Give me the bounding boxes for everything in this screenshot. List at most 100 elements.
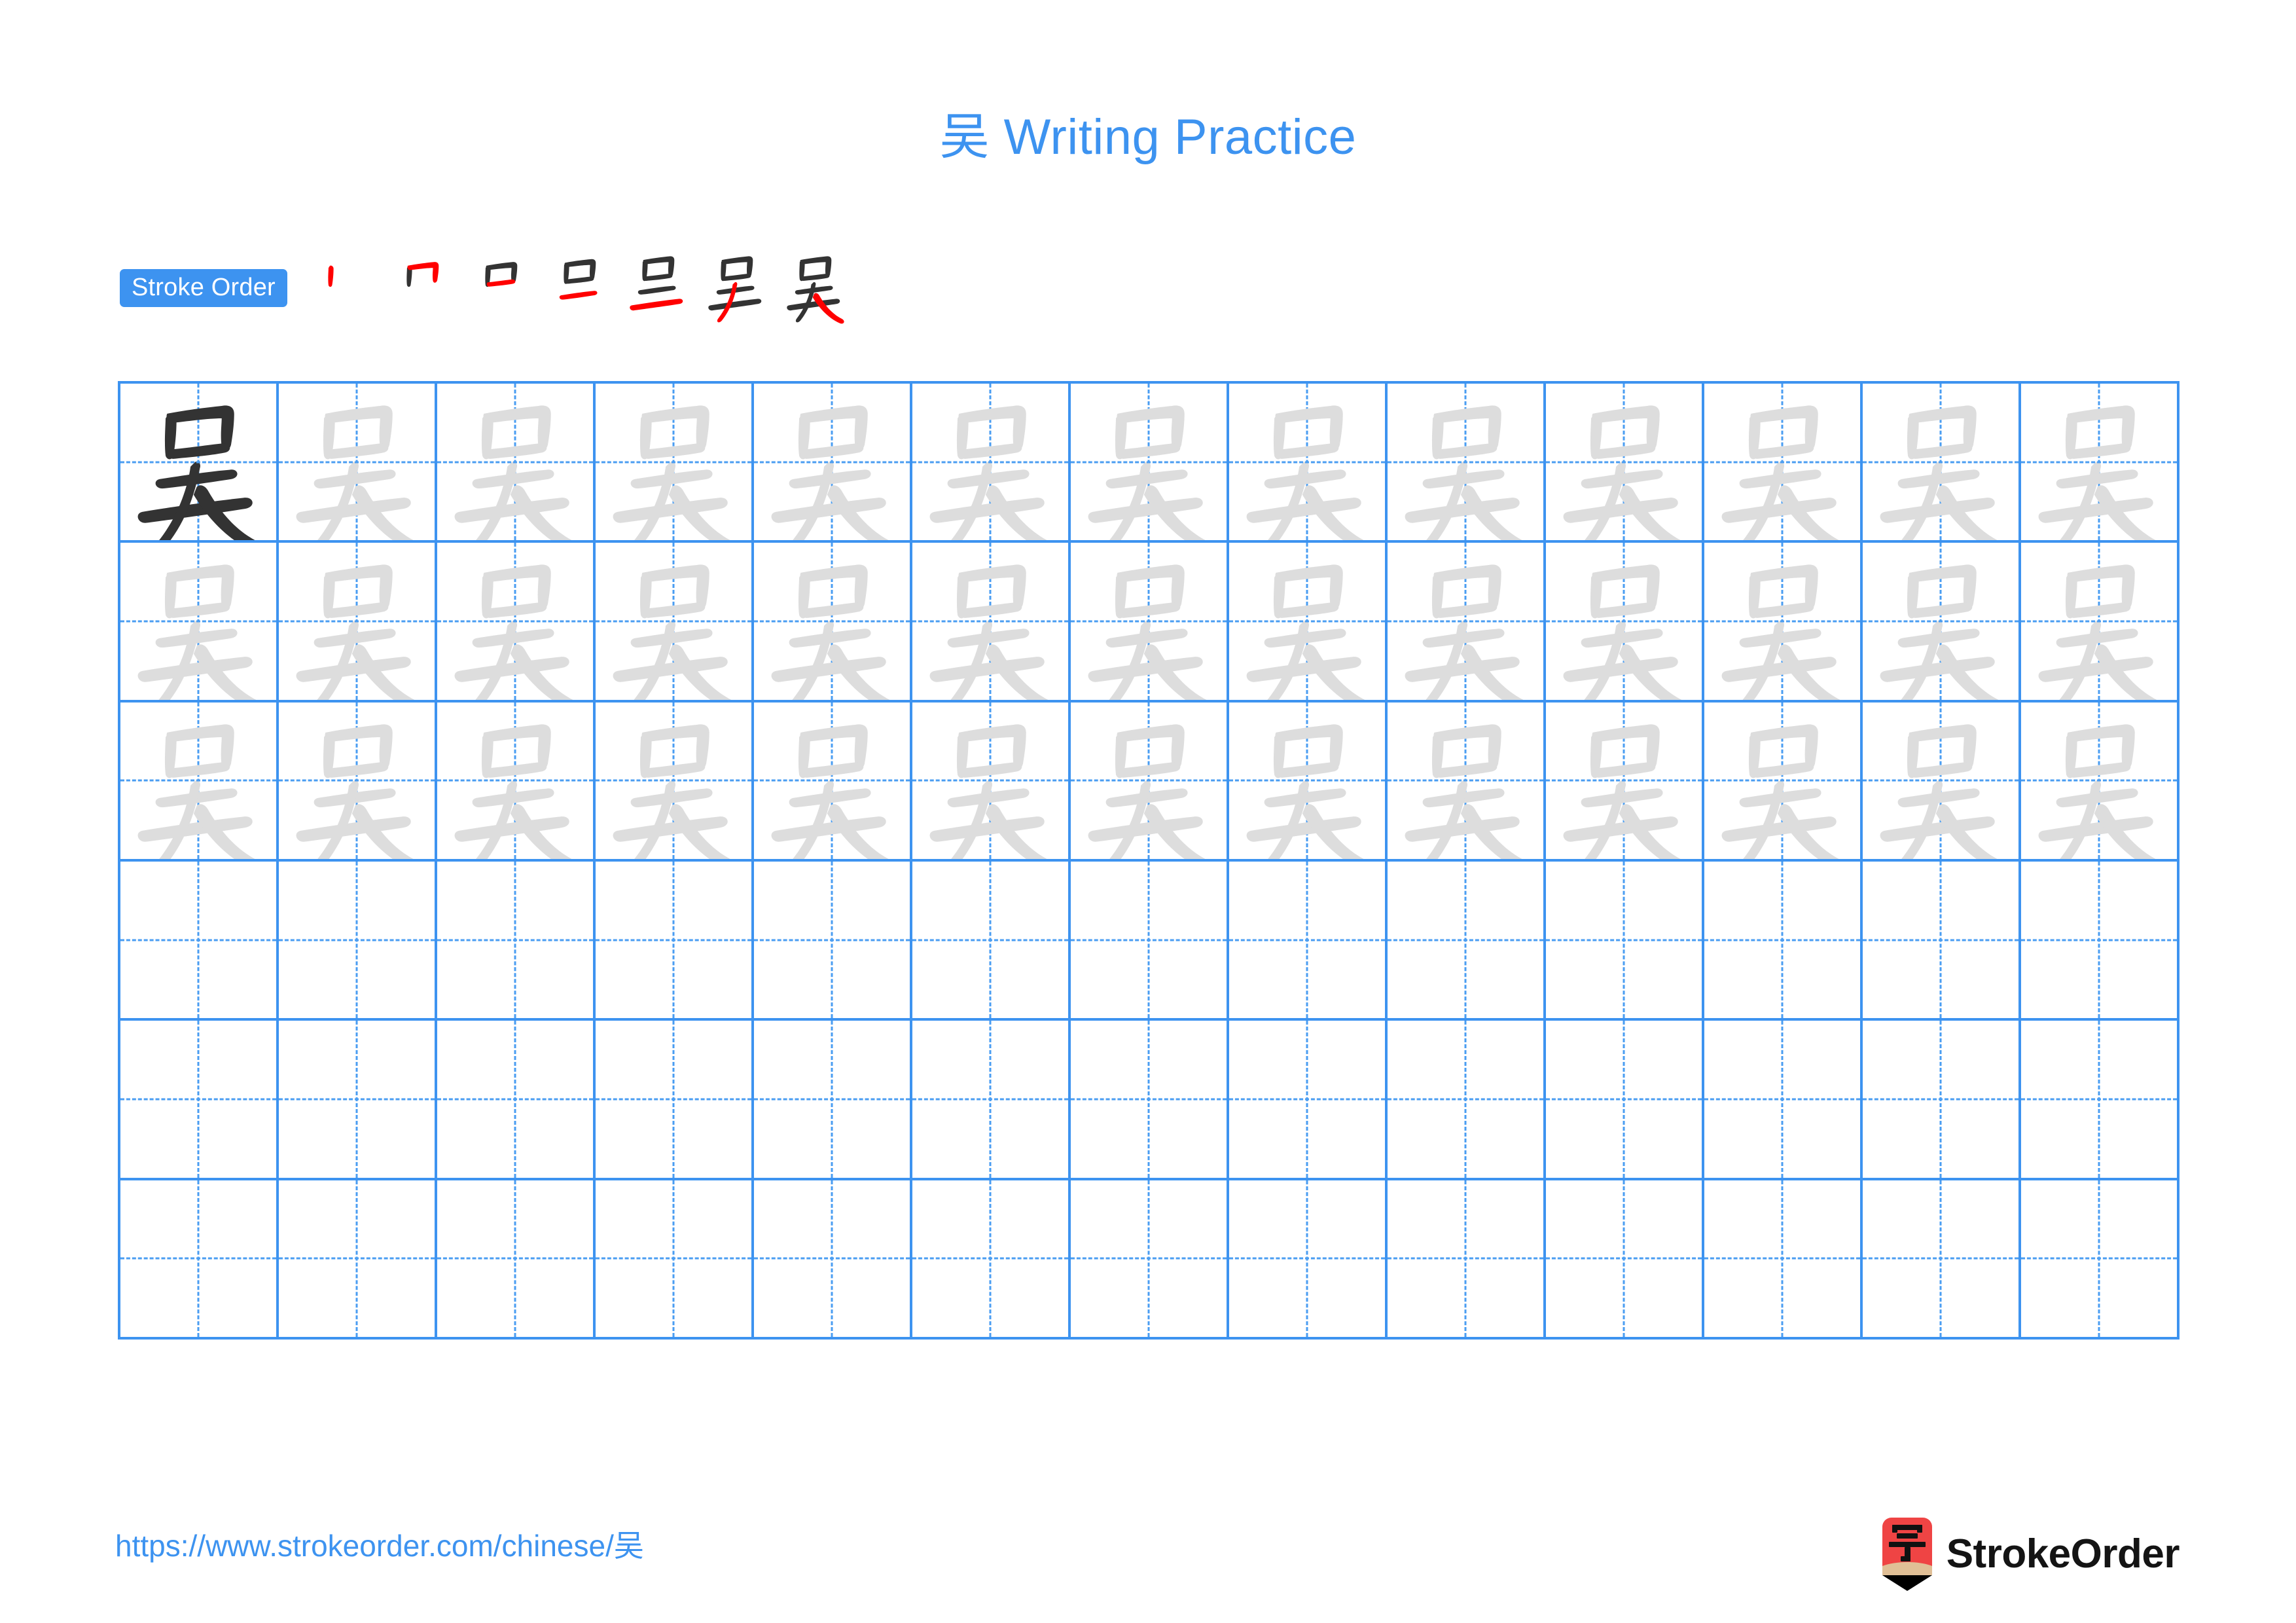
grid-cell[interactable] — [1863, 861, 2021, 1021]
character-glyph-trace — [137, 724, 256, 859]
grid-cell[interactable] — [120, 702, 279, 862]
grid-cell[interactable] — [120, 384, 279, 543]
grid-cell[interactable] — [279, 861, 437, 1021]
grid-cell[interactable] — [1229, 384, 1388, 543]
grid-cell[interactable] — [2021, 543, 2179, 702]
grid-cell[interactable] — [1071, 861, 1229, 1021]
worksheet-page: 吴 Writing Practice Stroke Order https://… — [0, 0, 2296, 1623]
grid-cell[interactable] — [1388, 702, 1546, 862]
grid-cell[interactable] — [754, 861, 912, 1021]
grid-cell[interactable] — [279, 384, 437, 543]
grid-cell[interactable] — [596, 384, 754, 543]
grid-cell[interactable] — [120, 1021, 279, 1180]
grid-cell[interactable] — [912, 1021, 1071, 1180]
grid-cell[interactable] — [1229, 702, 1388, 862]
brand-name: StrokeOrder — [1946, 1531, 2180, 1577]
grid-cell[interactable] — [120, 861, 279, 1021]
grid-cell[interactable] — [1704, 1021, 1863, 1180]
grid-cell[interactable] — [1546, 384, 1704, 543]
grid-cell[interactable] — [596, 702, 754, 862]
grid-cell[interactable] — [1863, 1180, 2021, 1340]
grid-cell[interactable] — [1229, 1180, 1388, 1340]
footer-url[interactable]: https://www.strokeorder.com/chinese/吴 — [115, 1528, 644, 1564]
grid-cell[interactable] — [1071, 1180, 1229, 1340]
grid-cell[interactable] — [754, 1021, 912, 1180]
grid-cell[interactable] — [279, 1180, 437, 1340]
grid-cell[interactable] — [1388, 543, 1546, 702]
grid-cell[interactable] — [2021, 1021, 2179, 1180]
grid-cell[interactable] — [1071, 543, 1229, 702]
grid-cell[interactable] — [437, 861, 596, 1021]
grid-cell[interactable] — [2021, 1180, 2179, 1340]
character-glyph-trace — [1405, 405, 1523, 541]
character-glyph-trace — [1563, 724, 1681, 859]
grid-cell[interactable] — [437, 702, 596, 862]
grid-cell[interactable] — [1071, 384, 1229, 543]
grid-cell[interactable] — [1704, 861, 1863, 1021]
grid-cell[interactable] — [2021, 702, 2179, 862]
grid-cell[interactable] — [279, 543, 437, 702]
grid-cell[interactable] — [1546, 702, 1704, 862]
character-glyph-trace — [1880, 724, 1998, 859]
grid-cell[interactable] — [437, 543, 596, 702]
grid-cell[interactable] — [279, 702, 437, 862]
grid-cell[interactable] — [1546, 543, 1704, 702]
grid-cell[interactable] — [1388, 861, 1546, 1021]
grid-cell[interactable] — [1388, 1180, 1546, 1340]
grid-cell[interactable] — [120, 1180, 279, 1340]
grid-cell[interactable] — [1863, 1021, 2021, 1180]
character-glyph-trace — [771, 724, 889, 859]
grid-cell[interactable] — [120, 543, 279, 702]
grid-cell[interactable] — [2021, 384, 2179, 543]
grid-cell[interactable] — [1863, 543, 2021, 702]
grid-cell[interactable] — [1229, 1021, 1388, 1180]
grid-cell[interactable] — [754, 543, 912, 702]
stroke-step-4 — [540, 252, 619, 324]
brand-logo[interactable]: StrokeOrder — [1882, 1518, 2180, 1591]
stroke-step-2 — [383, 252, 461, 324]
grid-cell[interactable] — [1704, 384, 1863, 543]
character-glyph-trace — [454, 724, 573, 859]
grid-cell[interactable] — [596, 1180, 754, 1340]
grid-cell[interactable] — [1546, 861, 1704, 1021]
grid-cell[interactable] — [1546, 1021, 1704, 1180]
grid-cell[interactable] — [1229, 543, 1388, 702]
grid-cell[interactable] — [596, 543, 754, 702]
grid-cell[interactable] — [596, 861, 754, 1021]
grid-cell[interactable] — [754, 384, 912, 543]
grid-cell[interactable] — [1229, 861, 1388, 1021]
grid-cell[interactable] — [912, 384, 1071, 543]
character-glyph-solid — [137, 405, 256, 541]
grid-cell[interactable] — [437, 384, 596, 543]
grid-cell[interactable] — [2021, 861, 2179, 1021]
character-glyph-trace — [1721, 724, 1840, 859]
character-glyph-trace — [1880, 405, 1998, 541]
grid-cell[interactable] — [754, 1180, 912, 1340]
grid-cell[interactable] — [1704, 1180, 1863, 1340]
grid-cell[interactable] — [1071, 702, 1229, 862]
stroke-step-7-glyph — [787, 256, 844, 324]
grid-cell[interactable] — [1704, 543, 1863, 702]
grid-cell[interactable] — [912, 1180, 1071, 1340]
grid-cell[interactable] — [1704, 702, 1863, 862]
stroke-order-section: Stroke Order — [120, 252, 854, 324]
grid-cell[interactable] — [754, 702, 912, 862]
character-glyph-trace — [296, 724, 414, 859]
character-glyph-trace — [2038, 724, 2157, 859]
grid-cell[interactable] — [437, 1180, 596, 1340]
character-glyph-trace — [1088, 564, 1206, 700]
character-glyph-trace — [1721, 564, 1840, 700]
grid-cell[interactable] — [912, 702, 1071, 862]
grid-cell[interactable] — [912, 861, 1071, 1021]
grid-cell[interactable] — [1071, 1021, 1229, 1180]
character-glyph-trace — [2038, 564, 2157, 700]
grid-cell[interactable] — [279, 1021, 437, 1180]
grid-cell[interactable] — [596, 1021, 754, 1180]
grid-cell[interactable] — [1863, 702, 2021, 862]
grid-cell[interactable] — [1388, 384, 1546, 543]
grid-cell[interactable] — [437, 1021, 596, 1180]
grid-cell[interactable] — [1546, 1180, 1704, 1340]
grid-cell[interactable] — [1863, 384, 2021, 543]
grid-cell[interactable] — [1388, 1021, 1546, 1180]
grid-cell[interactable] — [912, 543, 1071, 702]
